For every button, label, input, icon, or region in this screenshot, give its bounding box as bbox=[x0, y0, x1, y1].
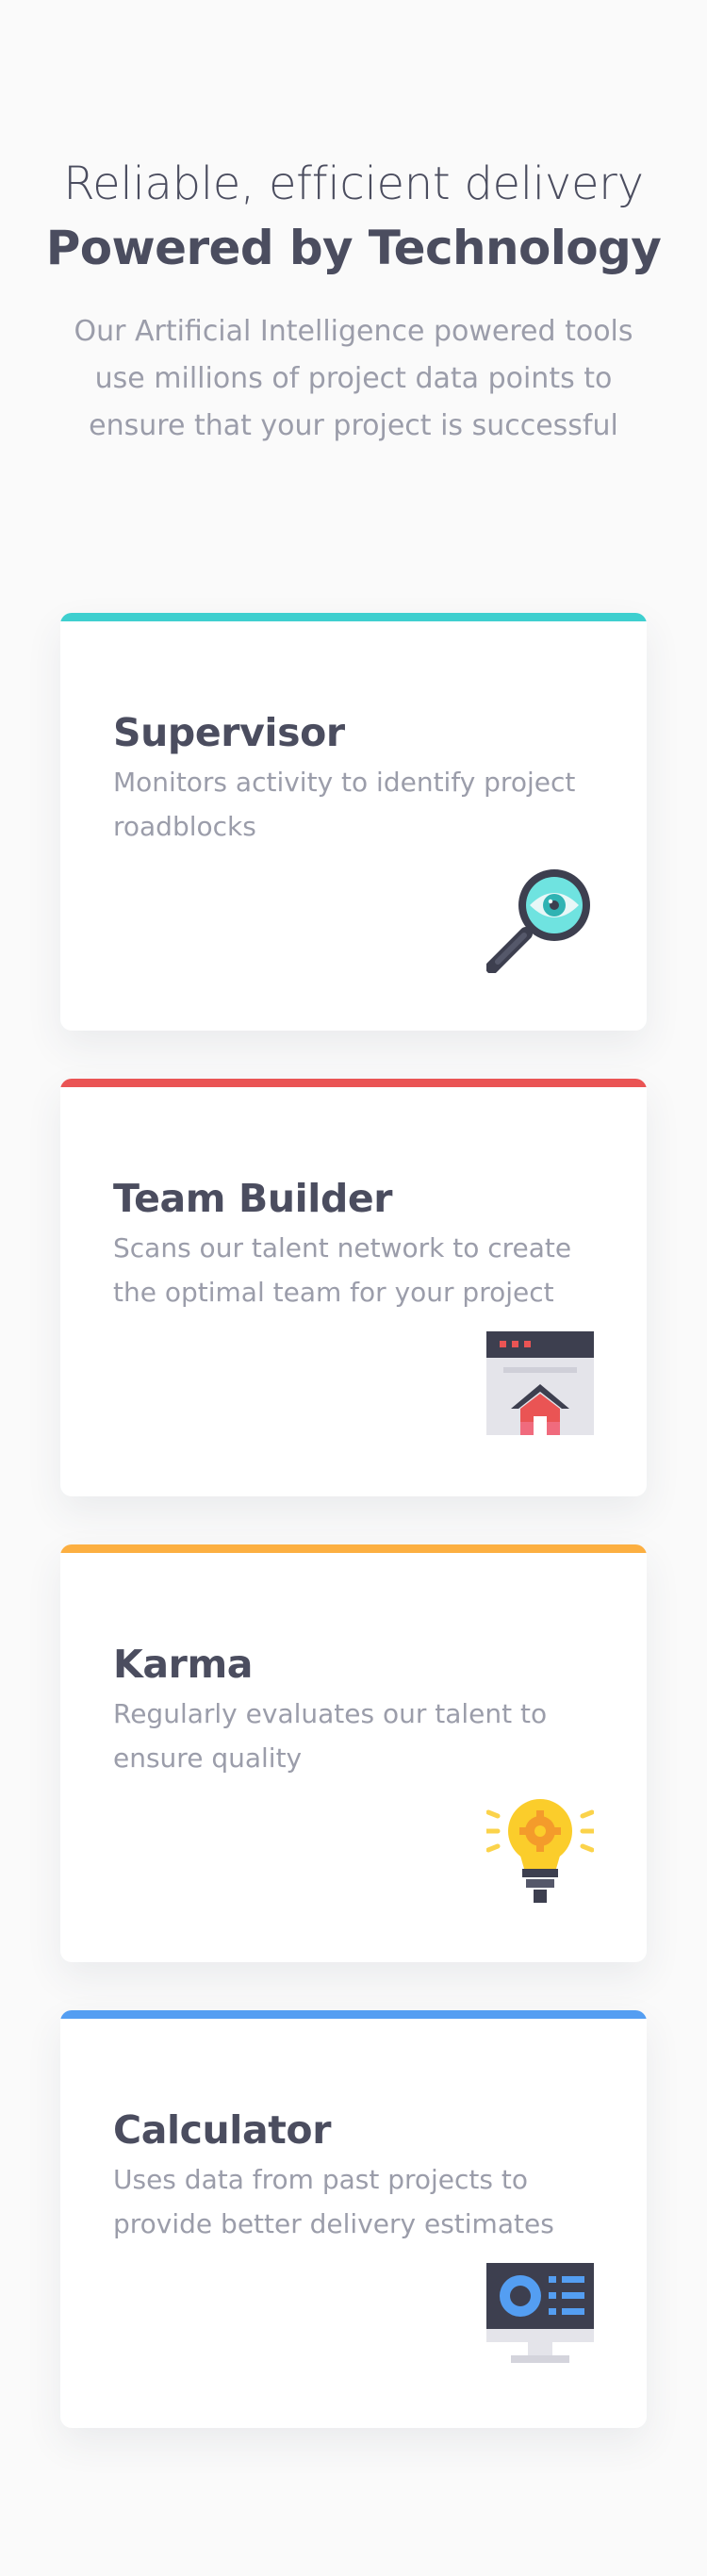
card-description: Regularly evaluates our talent to ensure… bbox=[113, 1698, 548, 1774]
feature-card-supervisor: Supervisor Monitors activity to identify… bbox=[60, 613, 647, 1031]
card-description: Uses data from past projects to provide … bbox=[113, 2164, 554, 2239]
light-bulb-gear-icon bbox=[486, 1797, 594, 1905]
card-title: Calculator bbox=[113, 2107, 332, 2153]
section-header: Reliable, efficient delivery Powered by … bbox=[0, 157, 707, 450]
card-description: Monitors activity to identify project ro… bbox=[113, 767, 576, 842]
card-accent-bar bbox=[60, 613, 647, 621]
section-intro: Our Artificial Intelligence powered tool… bbox=[74, 314, 633, 442]
magnifying-glass-eye-icon bbox=[486, 866, 594, 973]
section-kicker: Reliable, efficient delivery bbox=[63, 157, 644, 210]
card-title: Supervisor bbox=[113, 710, 345, 755]
card-accent-bar bbox=[60, 2010, 647, 2019]
feature-card-calculator: Calculator Uses data from past projects … bbox=[60, 2010, 647, 2428]
card-description: Scans our talent network to create the o… bbox=[113, 1232, 572, 1308]
card-title: Karma bbox=[113, 1642, 254, 1687]
feature-card-karma: Karma Regularly evaluates our talent to … bbox=[60, 1544, 647, 1962]
monitor-dashboard-icon bbox=[486, 2263, 594, 2370]
card-accent-bar bbox=[60, 1079, 647, 1087]
section-headline: Powered by Technology bbox=[45, 221, 662, 276]
card-accent-bar bbox=[60, 1544, 647, 1553]
browser-home-icon bbox=[486, 1331, 594, 1439]
feature-card-team-builder: Team Builder Scans our talent network to… bbox=[60, 1079, 647, 1496]
card-title: Team Builder bbox=[113, 1176, 393, 1221]
